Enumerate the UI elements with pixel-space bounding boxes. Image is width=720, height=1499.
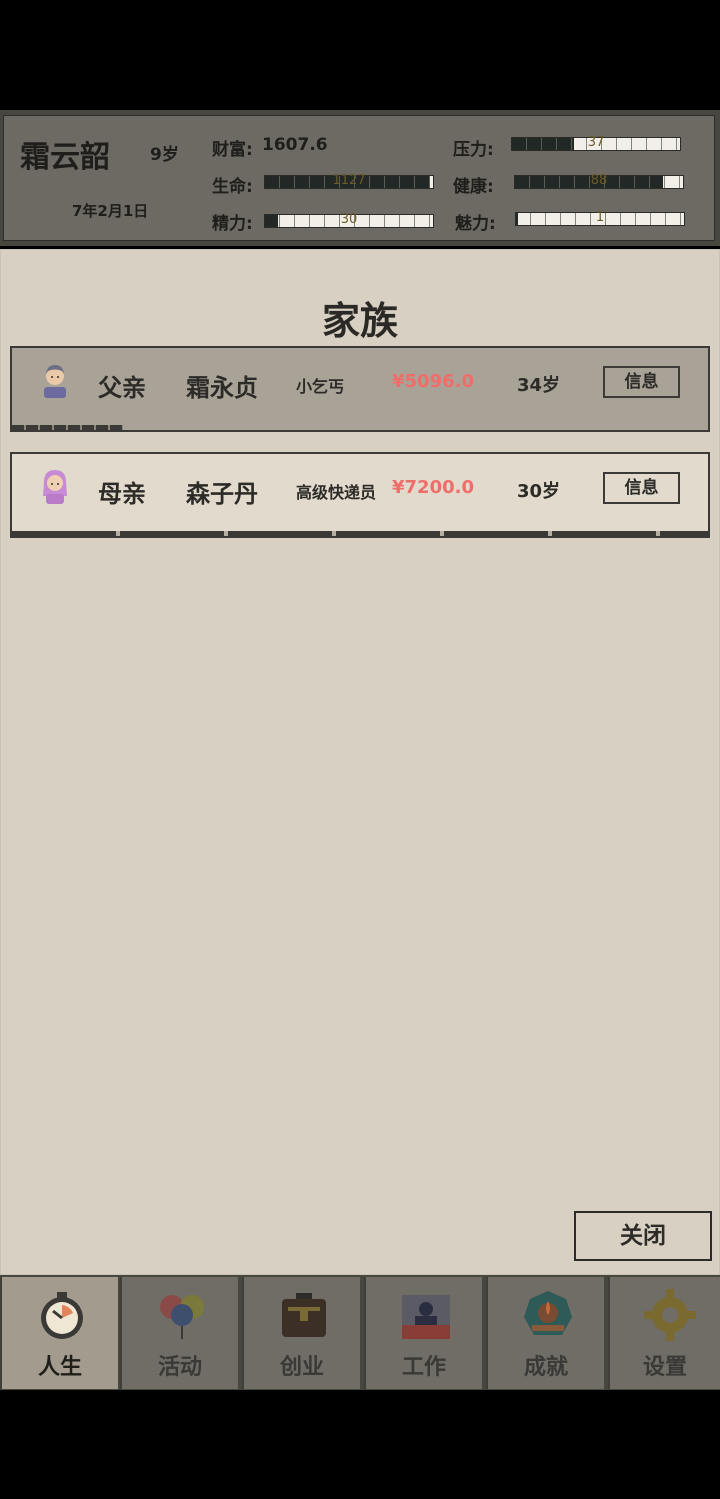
life-label: 生命: <box>212 177 253 197</box>
member-progress-bar <box>12 425 124 430</box>
energy-label: 精力: <box>212 214 253 234</box>
worker-desk-icon <box>402 1295 450 1339</box>
tab-label: 创业 <box>279 1355 324 1380</box>
charm-bar: 1 <box>515 210 685 226</box>
tab-work[interactable]: 工作 <box>364 1277 482 1389</box>
member-relation: 父亲 <box>98 374 146 402</box>
gear-icon <box>644 1289 696 1341</box>
tab-achievement[interactable]: 成就 <box>486 1277 604 1389</box>
close-button[interactable]: 关闭 <box>574 1211 712 1261</box>
charm-label: 魅力: <box>455 214 496 234</box>
female-avatar-icon <box>43 470 67 504</box>
tab-life[interactable]: 人生 <box>0 1277 118 1389</box>
balloons-icon <box>160 1295 204 1339</box>
life-bar: 1127 <box>264 173 434 189</box>
member-job: 高级快递员 <box>296 483 377 502</box>
trophy-badge-icon <box>524 1291 572 1335</box>
family-member-card: 父亲 霜永贞 小乞丐 ¥5096.0 34岁 信息 <box>10 346 710 432</box>
wealth-value: 1607.6 <box>262 135 328 155</box>
stopwatch-icon <box>41 1292 83 1339</box>
info-button[interactable]: 信息 <box>603 472 680 504</box>
player-name: 霜云韶 <box>20 140 110 175</box>
game-date: 7年2月1日 <box>72 202 149 220</box>
tab-label: 工作 <box>401 1355 446 1380</box>
pressure-bar: 37 <box>511 135 681 151</box>
info-button[interactable]: 信息 <box>603 366 680 398</box>
member-money: ¥5096.0 <box>392 371 474 392</box>
member-money: ¥7200.0 <box>392 477 474 498</box>
family-member-card: 母亲 森子丹 高级快递员 ¥7200.0 30岁 信息 <box>10 452 710 538</box>
health-label: 健康: <box>453 177 494 197</box>
member-age: 34岁 <box>517 375 561 396</box>
tab-settings[interactable]: 设置 <box>608 1277 720 1389</box>
pressure-label: 压力: <box>453 140 494 160</box>
charm-value: 1 <box>595 210 605 225</box>
member-age: 30岁 <box>517 481 561 502</box>
tab-label: 成就 <box>523 1355 568 1380</box>
health-value: 88 <box>590 173 608 188</box>
member-progress-bar <box>12 531 708 536</box>
member-job: 小乞丐 <box>296 377 345 396</box>
member-name: 森子丹 <box>186 480 258 508</box>
member-relation: 母亲 <box>98 480 146 508</box>
tab-activity[interactable]: 活动 <box>120 1277 238 1389</box>
member-name: 霜永贞 <box>186 374 258 402</box>
dialog-title: 家族 <box>321 299 398 343</box>
tab-label: 设置 <box>642 1355 687 1380</box>
player-age: 9岁 <box>150 145 179 165</box>
wealth-label: 财富: <box>212 140 253 160</box>
energy-value: 30 <box>340 212 358 227</box>
tab-label: 活动 <box>157 1355 202 1380</box>
tab-business[interactable]: 创业 <box>242 1277 360 1389</box>
pressure-value: 37 <box>587 135 605 150</box>
tab-label: 人生 <box>37 1355 82 1380</box>
life-value: 1127 <box>332 173 366 188</box>
male-avatar-icon <box>44 365 66 398</box>
health-bar: 88 <box>514 173 684 189</box>
briefcase-icon <box>282 1293 326 1337</box>
energy-bar: 30 <box>264 212 434 228</box>
